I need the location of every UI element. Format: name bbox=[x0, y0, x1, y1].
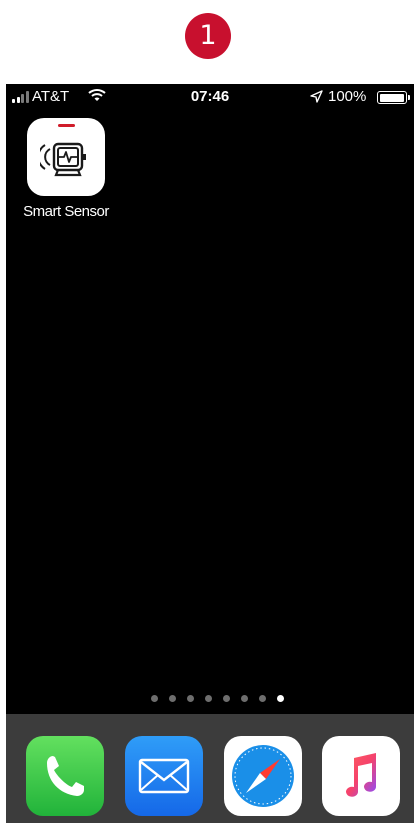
app-accent-bar bbox=[58, 124, 75, 127]
page: 1 AT&T 07:46 100% Smart Sensor bbox=[0, 0, 416, 823]
status-bar: AT&T 07:46 100% bbox=[6, 84, 414, 110]
step-badge: 1 bbox=[185, 13, 231, 59]
smart-sensor-icon[interactable] bbox=[27, 118, 105, 196]
location-arrow-icon bbox=[310, 90, 323, 107]
page-dot[interactable] bbox=[204, 695, 212, 702]
mail-icon[interactable] bbox=[125, 736, 203, 816]
battery-icon bbox=[377, 91, 407, 104]
music-icon[interactable] bbox=[322, 736, 400, 816]
page-dot[interactable] bbox=[276, 695, 284, 702]
app-smart-sensor[interactable]: Smart Sensor bbox=[13, 118, 119, 220]
battery-fill bbox=[379, 93, 404, 102]
battery-cap bbox=[408, 95, 410, 100]
dock bbox=[6, 714, 414, 823]
safari-icon[interactable] bbox=[224, 736, 302, 816]
page-dot[interactable] bbox=[240, 695, 248, 702]
phone-screen: AT&T 07:46 100% Smart Sensor bbox=[6, 84, 414, 823]
page-indicator[interactable] bbox=[6, 695, 414, 705]
phone-icon[interactable] bbox=[26, 736, 104, 816]
battery-percentage: 100% bbox=[328, 88, 367, 105]
page-dot[interactable] bbox=[222, 695, 230, 702]
page-dot[interactable] bbox=[186, 695, 194, 702]
page-dot[interactable] bbox=[150, 695, 158, 702]
app-label: Smart Sensor bbox=[23, 203, 109, 220]
page-dot[interactable] bbox=[168, 695, 176, 702]
page-dot[interactable] bbox=[258, 695, 266, 702]
